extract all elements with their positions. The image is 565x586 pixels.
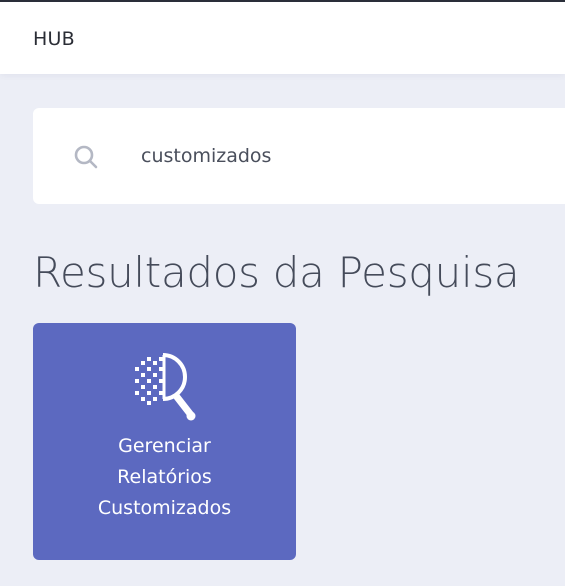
search-input[interactable] [141,138,541,174]
search-bar[interactable] [33,108,565,204]
result-card-gerenciar-relatorios-customizados[interactable]: Gerenciar Relatórios Customizados [33,323,296,560]
search-pixels-icon [135,353,196,421]
search-icon [74,145,98,169]
app-header: HUB [0,2,565,74]
card-label-line: Customizados [97,497,232,519]
card-label-line: Gerenciar [118,435,211,457]
app-title[interactable]: HUB [33,28,75,50]
card-label-line: Relatórios [117,466,212,488]
page-title: Resultados da Pesquisa [33,248,520,297]
result-card-label: Gerenciar Relatórios Customizados [33,431,296,524]
